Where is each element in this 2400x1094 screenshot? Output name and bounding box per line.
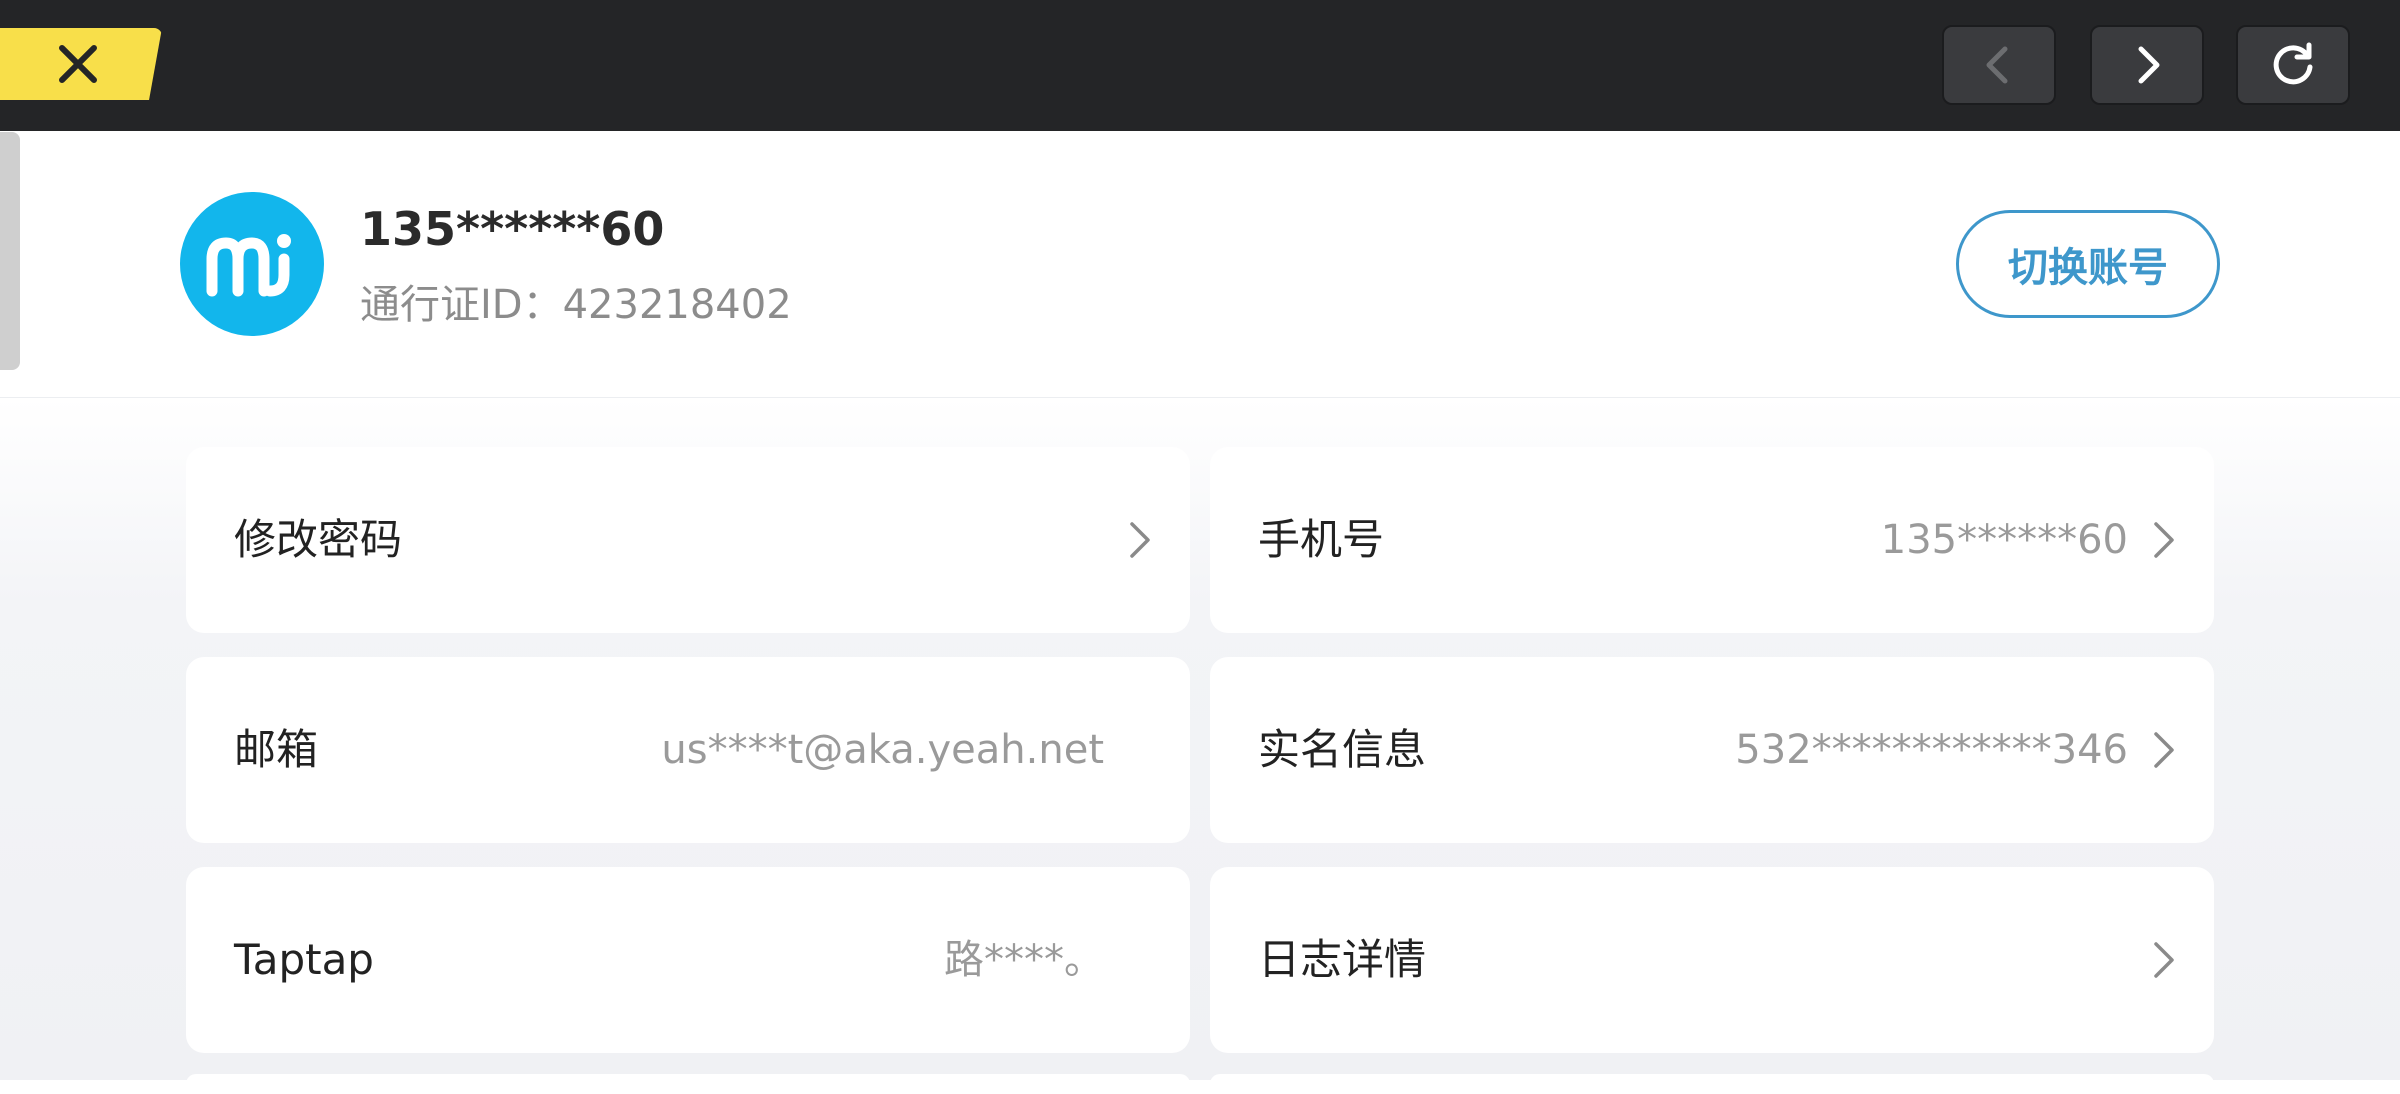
log-details-item[interactable]: 日志详情 (1210, 867, 2214, 1053)
phone-number-item[interactable]: 手机号 135******60 (1210, 447, 2214, 633)
next-row-card (1210, 1074, 2214, 1094)
email-item[interactable]: 邮箱 us****t@aka.yeah.net (186, 657, 1190, 843)
chevron-right-icon (1130, 522, 1150, 558)
side-drawer-handle[interactable] (0, 132, 20, 370)
avatar (180, 192, 324, 336)
chevron-right-icon (2154, 522, 2174, 558)
item-label: 日志详情 (1258, 935, 1427, 984)
chevron-right-icon (2154, 732, 2174, 768)
back-button[interactable] (1942, 25, 2056, 105)
taptap-item[interactable]: Taptap 路****。 (186, 867, 1190, 1053)
item-value: us****t@aka.yeah.net (661, 727, 1104, 773)
item-label: 实名信息 (1258, 725, 1427, 774)
account-phone: 135******60 (360, 202, 665, 256)
chevron-right-icon (2154, 942, 2174, 978)
switch-account-button[interactable]: 切换账号 (1956, 210, 2220, 318)
reload-button[interactable] (2236, 25, 2350, 105)
item-label: 修改密码 (234, 515, 403, 564)
change-password-item[interactable]: 修改密码 (186, 447, 1190, 633)
item-label: 邮箱 (234, 725, 319, 774)
close-button[interactable] (0, 28, 162, 100)
chevron-right-icon (2138, 46, 2160, 84)
chevron-left-icon (1986, 46, 2008, 84)
item-value: 532************346 (1735, 727, 2128, 773)
item-value: 路****。 (944, 937, 1104, 983)
mi-logo-icon (206, 234, 291, 297)
forward-button[interactable] (2090, 25, 2204, 105)
next-row-card (186, 1074, 1190, 1094)
close-icon (59, 45, 97, 83)
item-value: 135******60 (1880, 517, 2128, 563)
item-label: 手机号 (1258, 515, 1385, 564)
passport-id: 通行证ID：423218402 (360, 282, 792, 328)
real-name-item[interactable]: 实名信息 532************346 (1210, 657, 2214, 843)
reload-icon (2273, 42, 2313, 85)
item-label: Taptap (234, 935, 374, 984)
top-bar (0, 0, 2400, 131)
